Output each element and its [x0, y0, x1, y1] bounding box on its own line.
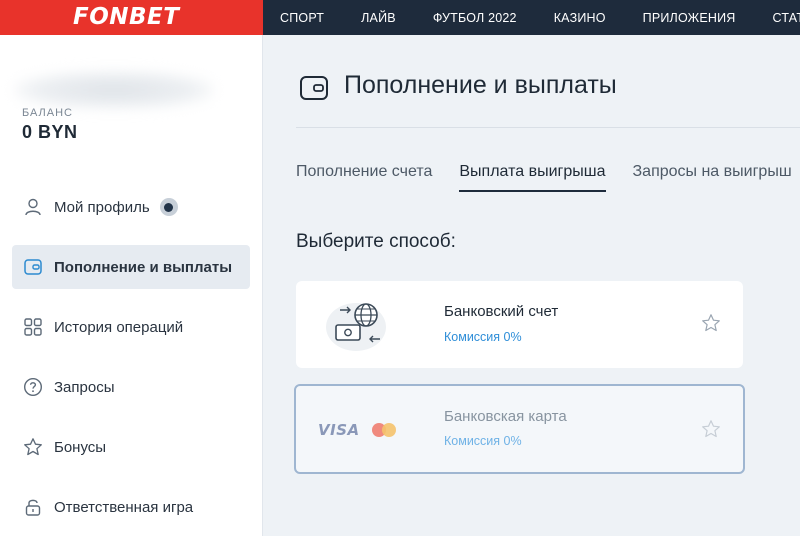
tab-deposit[interactable]: Пополнение счета [296, 163, 432, 192]
method-card-bank-card[interactable]: VISA Банковская карта Комиссия 0% [294, 384, 745, 474]
top-bar: FONBET СПОРТ ЛАЙВ ФУТБОЛ 2022 КАЗИНО ПРИ… [0, 0, 800, 35]
sidebar-item-bonuses[interactable]: Бонусы [12, 425, 250, 469]
user-icon [22, 196, 44, 218]
sidebar-item-label: Запросы [54, 378, 115, 396]
grid-icon [22, 316, 44, 338]
choose-method-label: Выберите способ: [296, 231, 456, 252]
bank-transfer-icon [326, 297, 386, 353]
nav-football-2022[interactable]: ФУТБОЛ 2022 [433, 11, 517, 25]
main-content: Пополнение и выплаты Пополнение счета Вы… [263, 35, 800, 536]
tab-withdrawal-requests[interactable]: Запросы на выигрыш [633, 163, 792, 192]
question-icon [22, 376, 44, 398]
tab-withdrawal[interactable]: Выплата выигрыша [459, 163, 606, 192]
balance-value: 0 BYN [22, 122, 78, 142]
username-blurred [14, 71, 214, 109]
method-name: Банковская карта [444, 408, 567, 425]
method-fee: Комиссия 0% [444, 434, 522, 448]
nav-statistics[interactable]: СТАТИСТИ [773, 11, 800, 25]
star-icon [22, 436, 44, 458]
logo[interactable]: FONBET [0, 0, 263, 35]
tabs: Пополнение счета Выплата выигрыша Запрос… [296, 163, 800, 192]
nav-live[interactable]: ЛАЙВ [361, 11, 396, 25]
lock-icon [22, 496, 44, 518]
method-card-bank-account[interactable]: Банковский счет Комиссия 0% [296, 281, 743, 368]
nav-sport[interactable]: СПОРТ [280, 11, 324, 25]
sidebar-item-label: История операций [54, 318, 184, 336]
sidebar-item-label: Ответственная игра [54, 498, 194, 516]
sidebar-item-requests[interactable]: Запросы [12, 365, 250, 409]
logo-text: FONBET [73, 4, 180, 30]
balance-label: БАЛАНС [22, 107, 73, 119]
favorite-star-icon[interactable] [701, 313, 721, 333]
nav-apps[interactable]: ПРИЛОЖЕНИЯ [643, 11, 736, 25]
notification-dot [159, 198, 178, 216]
main-nav: СПОРТ ЛАЙВ ФУТБОЛ 2022 КАЗИНО ПРИЛОЖЕНИЯ… [263, 0, 800, 35]
sidebar-item-label: Бонусы [54, 438, 107, 456]
visa-logo: VISA [318, 421, 360, 439]
page-title: Пополнение и выплаты [344, 71, 617, 99]
sidebar: БАЛАНС 0 BYN Мой профиль Пополнение и вы… [0, 35, 263, 536]
mastercard-icon [371, 422, 397, 438]
divider [296, 127, 800, 128]
favorite-star-icon[interactable] [701, 419, 721, 439]
wallet-icon [22, 256, 44, 278]
sidebar-item-history[interactable]: История операций [12, 305, 250, 349]
sidebar-item-payments[interactable]: Пополнение и выплаты [12, 245, 250, 289]
sidebar-item-label: Мой профиль [54, 198, 150, 216]
sidebar-item-label: Пополнение и выплаты [54, 258, 233, 276]
wallet-icon [299, 73, 329, 103]
method-name: Банковский счет [444, 303, 559, 320]
method-fee: Комиссия 0% [444, 330, 522, 344]
nav-casino[interactable]: КАЗИНО [554, 11, 606, 25]
sidebar-item-responsible-gaming[interactable]: Ответственная игра [12, 485, 250, 529]
sidebar-item-profile[interactable]: Мой профиль [12, 185, 250, 229]
